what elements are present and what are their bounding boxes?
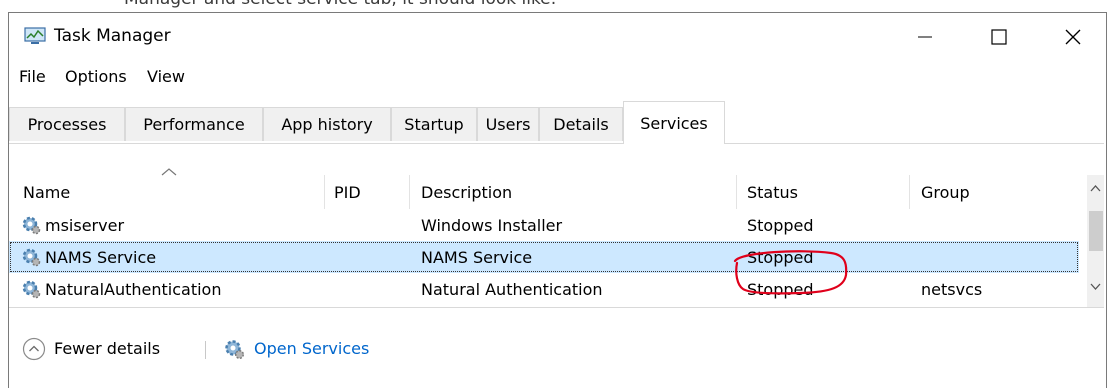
menu-file[interactable]: File	[19, 67, 46, 86]
footer-bar: Fewer details Open Services	[9, 309, 1104, 388]
column-header-group[interactable]: Group	[921, 175, 970, 209]
service-gear-icon	[22, 248, 41, 267]
scrollbar-thumb[interactable]	[1089, 211, 1103, 251]
column-header-name[interactable]: Name	[23, 175, 70, 209]
service-gear-icon	[22, 216, 41, 235]
open-services-link[interactable]: Open Services	[254, 339, 369, 358]
close-button[interactable]	[1050, 19, 1096, 55]
close-icon	[1065, 29, 1081, 45]
column-header-pid[interactable]: PID	[334, 175, 361, 209]
task-manager-window: Task Manager File Options View Processes…	[8, 12, 1107, 388]
menu-options[interactable]: Options	[65, 67, 127, 86]
service-description: Natural Authentication	[421, 279, 603, 299]
service-description: Windows Installer	[421, 215, 563, 235]
tab-details[interactable]: Details	[539, 107, 623, 141]
service-description: NAMS Service	[421, 247, 533, 267]
chevron-up-circle-icon[interactable]	[22, 337, 46, 361]
table-row[interactable]: msiserver Windows Installer Stopped	[9, 209, 1079, 241]
column-header-description[interactable]: Description	[421, 175, 512, 209]
task-manager-icon	[24, 27, 46, 44]
service-group: netsvcs	[921, 279, 983, 299]
column-divider[interactable]	[409, 175, 410, 209]
divider	[205, 341, 206, 359]
scroll-down-arrow-icon[interactable]	[1090, 283, 1101, 290]
table-row-selected[interactable]: NAMS Service NAMS Service Stopped	[9, 241, 1079, 273]
minimize-button[interactable]	[902, 19, 948, 55]
column-header-status[interactable]: Status	[747, 175, 798, 209]
service-name: msiserver	[45, 215, 125, 235]
service-gear-icon	[22, 280, 41, 299]
tab-performance[interactable]: Performance	[125, 107, 263, 141]
scroll-up-arrow-icon[interactable]	[1090, 185, 1101, 192]
column-divider[interactable]	[736, 175, 737, 209]
service-name: NAMS Service	[45, 247, 157, 267]
column-divider[interactable]	[909, 175, 910, 209]
maximize-icon	[991, 29, 1007, 45]
window-title: Task Manager	[54, 26, 171, 46]
service-status: Stopped	[747, 279, 814, 299]
tab-strip: Processes Performance App history Startu…	[9, 99, 1104, 144]
tab-users[interactable]: Users	[477, 107, 539, 141]
tab-services[interactable]: Services	[623, 101, 725, 144]
column-divider[interactable]	[324, 175, 325, 209]
divider	[9, 307, 1104, 308]
document-caption: Manager and select service tab, it shoul…	[124, 0, 556, 9]
maximize-button[interactable]	[976, 19, 1022, 55]
tab-startup[interactable]: Startup	[391, 107, 477, 141]
tab-processes[interactable]: Processes	[9, 107, 125, 141]
tab-app-history[interactable]: App history	[263, 107, 391, 141]
service-name: NaturalAuthentication	[45, 279, 222, 299]
column-header-row: Name PID Description Status Group	[9, 175, 1079, 209]
title-bar[interactable]: Task Manager	[9, 13, 1106, 61]
menu-view[interactable]: View	[147, 67, 185, 86]
table-row[interactable]: NaturalAuthentication Natural Authentica…	[9, 273, 1079, 305]
minimize-icon	[918, 36, 932, 38]
vertical-scrollbar[interactable]	[1087, 175, 1104, 307]
service-status: Stopped	[747, 215, 814, 235]
service-status: Stopped	[747, 247, 814, 267]
services-gear-icon	[225, 340, 245, 360]
fewer-details-link[interactable]: Fewer details	[54, 339, 160, 358]
